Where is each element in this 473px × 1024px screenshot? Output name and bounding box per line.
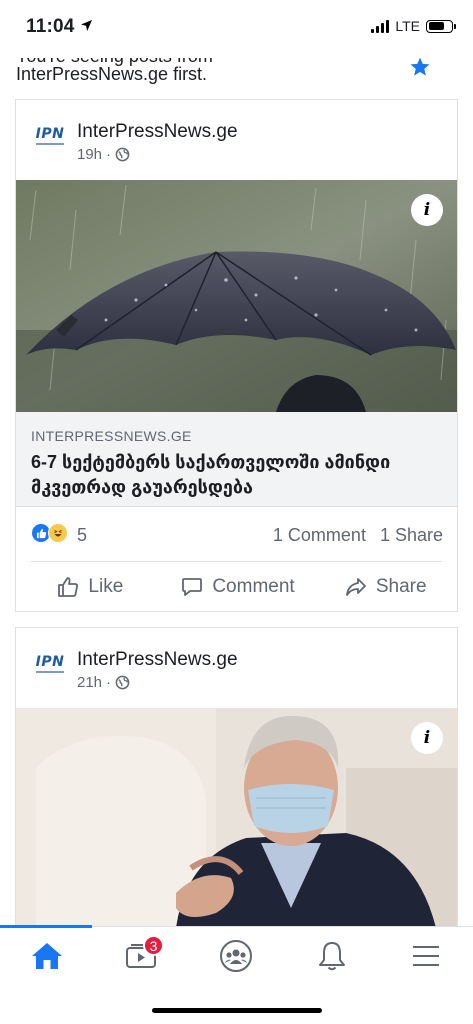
home-indicator	[152, 1008, 322, 1013]
bell-icon	[319, 942, 345, 971]
menu-icon	[413, 946, 439, 966]
post-image-umbrella[interactable]: i	[16, 180, 457, 412]
haha-reaction-icon	[48, 523, 68, 543]
page-name[interactable]: InterPressNews.ge	[77, 649, 238, 671]
share-count[interactable]: 1 Share	[380, 525, 443, 546]
video-badge: 3	[143, 935, 164, 956]
like-label: Like	[88, 576, 124, 597]
post-meta: 21h ·	[77, 674, 130, 691]
post-card: IPN InterPressNews.ge 21h · i	[15, 627, 458, 927]
battery-icon	[426, 19, 456, 33]
status-bar: 11:04 LTE	[0, 0, 473, 44]
comment-share-counts: 1 Comment 1 Share	[273, 525, 443, 546]
notice-page-name[interactable]: InterPressNews.ge	[16, 64, 168, 84]
comment-count[interactable]: 1 Comment	[273, 525, 366, 546]
nav-notifications[interactable]	[302, 935, 362, 977]
meta-separator: ·	[106, 146, 112, 163]
globe-icon	[115, 675, 130, 690]
logo-text: IPN	[35, 126, 65, 142]
info-icon[interactable]: i	[411, 194, 443, 226]
link-domain: INTERPRESSNEWS.GE	[31, 428, 192, 444]
signal-icon	[371, 19, 390, 33]
page-name[interactable]: InterPressNews.ge	[77, 121, 238, 143]
meta-separator: ·	[106, 674, 112, 691]
location-arrow-icon	[81, 20, 92, 31]
logo-underline	[36, 671, 64, 673]
link-title: 6-7 სექტემბერს საქართველოში ამინდი მკვეთ…	[31, 452, 391, 497]
notice-page-line: InterPressNews.ge first.	[16, 64, 207, 85]
post-time[interactable]: 21h	[77, 674, 102, 691]
groups-icon	[220, 940, 252, 972]
post-image-man-mask[interactable]: i	[16, 708, 457, 926]
share-button[interactable]: Share	[311, 562, 457, 611]
logo-text: IPN	[35, 654, 65, 670]
post-actions: Like Comment Share	[16, 562, 457, 611]
comment-button[interactable]: Comment	[164, 562, 312, 611]
nav-video[interactable]: 3	[111, 935, 171, 977]
nav-home[interactable]	[17, 935, 77, 977]
active-tab-indicator	[0, 925, 92, 928]
link-preview[interactable]: INTERPRESSNEWS.GE 6-7 სექტემბერს საქართვ…	[16, 412, 457, 507]
like-button[interactable]: Like	[16, 562, 164, 611]
thumbs-up-icon	[58, 577, 79, 597]
post-meta: 19h ·	[77, 146, 130, 163]
nav-groups[interactable]	[206, 935, 266, 977]
post-time[interactable]: 19h	[77, 146, 102, 163]
post-card: IPN InterPressNews.ge 19h · i INTERPRESS…	[15, 99, 458, 612]
home-icon	[32, 943, 62, 969]
man-with-mask-photo	[16, 708, 457, 926]
status-time: 11:04	[26, 16, 75, 37]
comment-icon	[182, 578, 203, 596]
comment-label: Comment	[212, 576, 295, 597]
logo-underline	[36, 143, 64, 145]
reaction-icons	[31, 523, 68, 543]
reaction-summary[interactable]: 5 1 Comment 1 Share	[16, 507, 457, 562]
star-icon[interactable]	[409, 56, 431, 78]
network-type: LTE	[395, 18, 420, 34]
info-icon[interactable]: i	[411, 722, 443, 754]
share-icon	[345, 578, 366, 596]
post-header: IPN InterPressNews.ge 21h ·	[16, 628, 457, 708]
page-avatar[interactable]: IPN	[30, 116, 70, 156]
post-header: IPN InterPressNews.ge 19h ·	[16, 100, 457, 180]
reaction-count: 5	[77, 525, 88, 545]
page-avatar[interactable]: IPN	[30, 644, 70, 684]
globe-icon	[115, 147, 130, 162]
umbrella-photo	[16, 180, 457, 412]
nav-menu[interactable]	[396, 935, 456, 977]
notice-suffix: first.	[168, 64, 208, 84]
share-label: Share	[375, 576, 427, 597]
